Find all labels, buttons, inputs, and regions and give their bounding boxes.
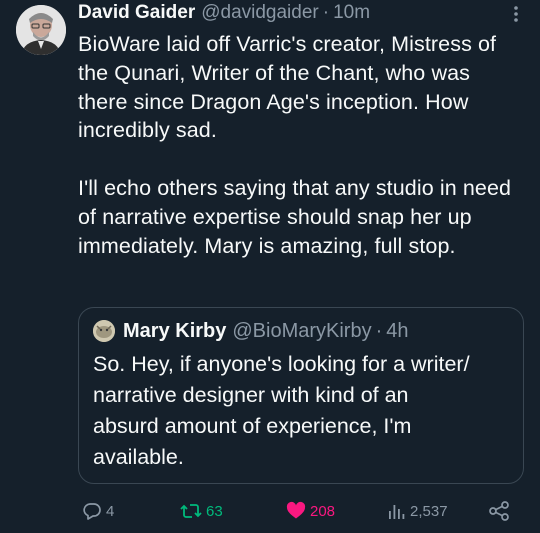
quoted-header: Mary Kirby @BioMaryKirby · 4h: [123, 318, 409, 344]
action-bar: 4 63 208 2,537: [0, 496, 540, 526]
timestamp[interactable]: 10m: [333, 2, 370, 24]
quoted-tweet[interactable]: Mary Kirby @BioMaryKirby · 4h So. Hey, i…: [78, 307, 524, 484]
author-name[interactable]: David Gaider: [78, 2, 195, 24]
author-avatar[interactable]: [16, 5, 66, 55]
quoted-text: So. Hey, if anyone's looking for a write…: [93, 352, 470, 469]
more-icon[interactable]: [506, 4, 526, 24]
quoted-author-name[interactable]: Mary Kirby: [123, 320, 226, 343]
share-icon: [488, 500, 510, 522]
quoted-timestamp[interactable]: 4h: [386, 320, 408, 343]
reply-icon: [82, 501, 102, 521]
tweet-text: BioWare laid off Varric's creator, Mistr…: [78, 32, 512, 258]
share-button[interactable]: [488, 496, 510, 526]
quoted-author-avatar[interactable]: [93, 320, 115, 342]
reply-button[interactable]: 4: [82, 496, 114, 526]
quoted-separator: ·: [375, 319, 383, 342]
reply-count: 4: [106, 502, 115, 520]
retweet-icon: [180, 501, 202, 521]
views-icon: [386, 501, 406, 521]
author-handle[interactable]: @davidgaider: [201, 2, 319, 24]
separator: ·: [322, 2, 330, 23]
quoted-author-handle[interactable]: @BioMaryKirby: [232, 320, 371, 343]
heart-icon: [286, 501, 306, 521]
views-button[interactable]: 2,537: [386, 496, 448, 526]
like-count: 208: [310, 502, 336, 520]
like-button[interactable]: 208: [286, 496, 335, 526]
retweet-count: 63: [206, 502, 223, 520]
tweet-header: David Gaider @davidgaider · 10m: [78, 0, 370, 26]
retweet-button[interactable]: 63: [180, 496, 223, 526]
views-count: 2,537: [410, 502, 448, 520]
